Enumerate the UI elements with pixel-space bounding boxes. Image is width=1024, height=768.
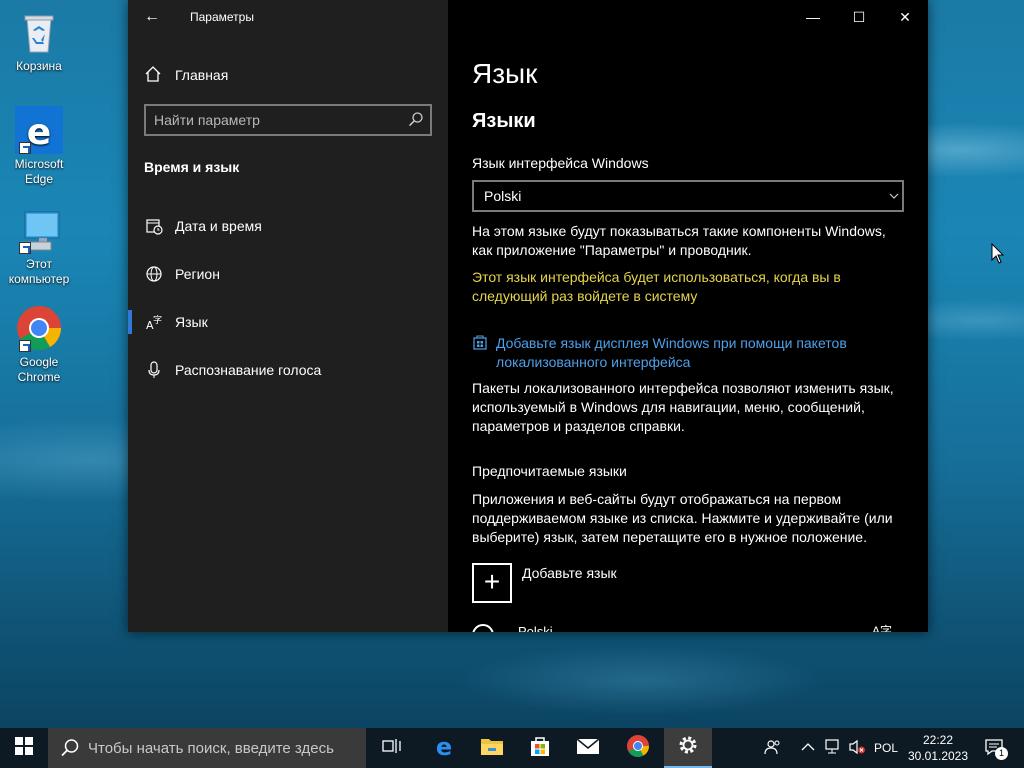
- desktop-icon-this-pc[interactable]: Этот компьютер: [6, 206, 72, 287]
- language-pack-description: Пакеты локализованного интерфейса позвол…: [472, 380, 894, 434]
- recycle-bin-icon: [15, 8, 63, 56]
- nav-item-speech[interactable]: Распознавание голоса: [128, 350, 448, 390]
- search-icon: [60, 738, 80, 758]
- task-view-button[interactable]: [368, 728, 416, 768]
- preferred-language-name[interactable]: Polski: [518, 624, 553, 632]
- nav-item-region[interactable]: Регион: [128, 254, 448, 294]
- microphone-icon: [144, 360, 164, 380]
- language-feature-icon: A字: [871, 624, 892, 632]
- add-language-pack-link[interactable]: Добавьте язык дисплея Windows при помощи…: [472, 334, 902, 372]
- taskbar-edge-button[interactable]: e: [420, 728, 468, 768]
- add-language-pack-link-text: Добавьте язык дисплея Windows при помощи…: [496, 335, 847, 370]
- taskbar-search-box[interactable]: Чтобы начать поиск, введите здесь: [48, 728, 366, 768]
- globe-icon: [144, 264, 164, 284]
- windows-logo-icon: [15, 736, 33, 760]
- settings-search-input[interactable]: [154, 111, 404, 129]
- nav-home[interactable]: Главная: [144, 64, 228, 86]
- show-hidden-icons-button[interactable]: [796, 728, 820, 768]
- settings-window: Главная Время и язык Дата и время Регион…: [128, 0, 928, 632]
- action-center-button[interactable]: 1: [976, 728, 1012, 768]
- taskbar-settings-button[interactable]: [664, 728, 712, 768]
- nav-item-language[interactable]: A字 Язык: [128, 302, 448, 342]
- store-icon: [529, 735, 551, 762]
- page-title: Язык: [472, 58, 538, 89]
- notification-count-badge: 1: [995, 747, 1008, 760]
- section-heading-languages: Языки: [472, 110, 536, 132]
- desktop-icon-label: Корзина: [16, 59, 62, 73]
- network-icon: [824, 738, 842, 758]
- desktop-icon-label: Microsoft Edge: [14, 157, 64, 186]
- desktop-icon-recycle-bin[interactable]: Корзина: [6, 8, 72, 74]
- settings-nav-pane: Главная Время и язык Дата и время Регион…: [128, 0, 448, 632]
- input-language-indicator[interactable]: POL: [870, 728, 902, 768]
- home-icon: [144, 65, 164, 85]
- back-button[interactable]: ←: [138, 5, 166, 29]
- chevron-down-icon: [888, 182, 900, 210]
- edge-icon: e: [15, 106, 63, 154]
- people-icon: [764, 738, 782, 759]
- chevron-up-icon: [801, 741, 815, 755]
- nav-item-label: Язык: [175, 314, 208, 330]
- calendar-clock-icon: [144, 216, 164, 236]
- taskbar-mail-button[interactable]: [564, 728, 612, 768]
- svg-text:e: e: [436, 734, 452, 758]
- taskbar-clock[interactable]: 22:22 30.01.2023: [905, 732, 971, 764]
- nav-item-label: Дата и время: [175, 218, 262, 234]
- taskbar-chrome-button[interactable]: [614, 728, 662, 768]
- language-icon: A字: [144, 312, 164, 332]
- add-language-button[interactable]: +: [472, 563, 512, 603]
- people-button[interactable]: [760, 728, 786, 768]
- display-language-warning: Этот язык интерфейса будет использоватьс…: [472, 269, 841, 304]
- desktop-icon-label: Google Chrome: [17, 355, 61, 384]
- taskbar-explorer-button[interactable]: [468, 728, 516, 768]
- taskbar: Чтобы начать поиск, введите здесь e POL …: [0, 728, 1024, 768]
- volume-button[interactable]: [846, 728, 868, 768]
- add-language-label[interactable]: Добавьте язык: [522, 565, 617, 581]
- svg-text:字: 字: [153, 314, 162, 326]
- mouse-cursor-icon: [991, 242, 1005, 265]
- notification-icon: 1: [984, 738, 1008, 760]
- file-explorer-icon: [480, 736, 504, 761]
- chrome-icon: [15, 304, 63, 352]
- desktop-icon-edge[interactable]: e Microsoft Edge: [6, 106, 72, 187]
- taskbar-store-button[interactable]: [516, 728, 564, 768]
- display-language-label: Язык интерфейса Windows: [472, 155, 649, 171]
- clock-time: 22:22: [922, 733, 954, 747]
- nav-section-title: Время и язык: [144, 159, 240, 175]
- nav-item-date-time[interactable]: Дата и время: [128, 206, 448, 246]
- window-title: Параметры: [190, 10, 254, 24]
- taskbar-search-placeholder: Чтобы начать поиск, введите здесь: [88, 739, 334, 757]
- preferred-languages-heading: Предпочитаемые языки: [472, 463, 627, 479]
- network-button[interactable]: [822, 728, 844, 768]
- task-view-icon: [382, 737, 402, 760]
- display-language-dropdown[interactable]: Polski: [472, 180, 904, 212]
- store-icon: [472, 334, 488, 350]
- clock-date: 30.01.2023: [907, 749, 969, 763]
- search-icon: [408, 111, 424, 129]
- display-language-value: Polski: [484, 188, 522, 204]
- settings-search-box[interactable]: [144, 104, 432, 136]
- mail-icon: [576, 737, 600, 760]
- settings-icon: [677, 734, 699, 761]
- chrome-icon: [626, 734, 650, 763]
- settings-content: Язык Языки Язык интерфейса Windows Polsk…: [472, 0, 904, 632]
- nav-home-label: Главная: [175, 67, 229, 83]
- desktop-icon-chrome[interactable]: Google Chrome: [6, 304, 72, 385]
- nav-item-label: Регион: [175, 266, 220, 282]
- computer-icon: [15, 206, 63, 254]
- display-language-description: На этом языке будут показываться такие к…: [472, 223, 886, 258]
- globe-icon: [472, 624, 494, 632]
- start-button[interactable]: [0, 728, 48, 768]
- edge-icon: e: [432, 733, 456, 763]
- nav-item-label: Распознавание голоса: [175, 362, 322, 378]
- volume-muted-icon: [848, 739, 866, 758]
- preferred-languages-description: Приложения и веб-сайты будут отображатьс…: [472, 491, 893, 545]
- desktop-icon-label: Этот компьютер: [8, 257, 70, 286]
